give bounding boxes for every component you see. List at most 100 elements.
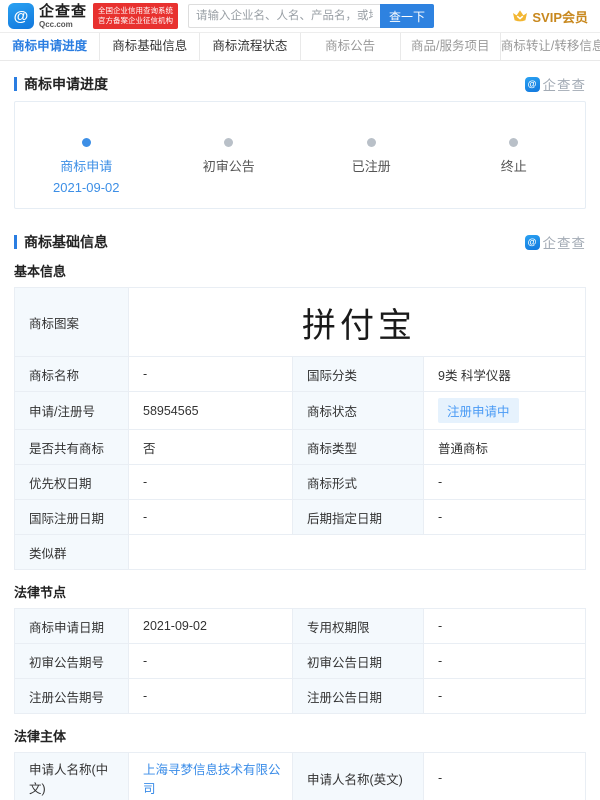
gov-badge-line1: 全国企业信用查询系统 — [98, 5, 174, 15]
legal-nodes-table: 商标申请日期 2021-09-02 专用权期限 - 初审公告期号 - 初审公告日… — [14, 608, 586, 714]
field-label: 注册公告期号 — [15, 679, 129, 713]
crown-icon — [513, 10, 528, 22]
gov-credential-badge: 全国企业信用查询系统 官方备案企业征信机构 — [93, 2, 179, 30]
tab-basic-info[interactable]: 商标基础信息 — [100, 33, 201, 60]
qcc-watermark-icon: @ — [524, 76, 540, 92]
field-value: 9类 科学仪器 — [438, 368, 511, 383]
field-value: 否 — [129, 430, 293, 464]
field-value: - — [438, 619, 443, 633]
search-button[interactable]: 查一下 — [380, 4, 435, 28]
tab-application-progress[interactable]: 商标申请进度 — [0, 33, 101, 60]
brand-name: 企查查 — [39, 2, 88, 20]
qcc-watermark-text: 企查查 — [542, 78, 586, 93]
tab-announcement[interactable]: 商标公告 — [301, 33, 401, 60]
qcc-watermark-text: 企查查 — [542, 236, 586, 251]
step-label: 商标申请 — [60, 159, 113, 174]
step-dot — [366, 138, 376, 147]
field-value: - — [129, 500, 293, 534]
field-value: 58954565 — [129, 392, 293, 429]
field-value: - — [438, 771, 443, 785]
gov-badge-line2: 官方备案企业征信机构 — [98, 16, 174, 25]
field-label: 商标状态 — [293, 392, 424, 429]
field-label: 是否共有商标 — [15, 430, 129, 464]
applicant-company-link[interactable]: 上海寻梦信息技术有限公司 — [143, 759, 282, 797]
field-label: 商标类型 — [293, 430, 424, 464]
table-row: 申请/注册号 58954565 商标状态 注册申请中 — [15, 392, 585, 430]
top-header: @ 企查查 Qcc.com 全国企业信用查询系统 官方备案企业征信机构 查一下 … — [0, 0, 600, 33]
field-label: 类似群 — [15, 535, 129, 569]
table-row: 商标申请日期 2021-09-02 专用权期限 - — [15, 609, 585, 644]
legal-entities-subtitle: 法律主体 — [14, 729, 67, 744]
step-terminated: 终止 — [443, 138, 586, 208]
field-label: 国际注册日期 — [15, 500, 129, 534]
table-row: 商标图案 拼付宝 — [15, 288, 585, 357]
table-row: 注册公告期号 - 注册公告日期 - — [15, 679, 585, 713]
progress-section-title: 商标申请进度 — [24, 76, 108, 92]
table-row: 初审公告期号 - 初审公告日期 - — [15, 644, 585, 679]
tab-goods-services[interactable]: 商品/服务项目 — [401, 33, 501, 60]
step-dot-active — [81, 138, 91, 147]
field-label: 国际分类 — [293, 357, 424, 391]
applicant-name-cell: 上海寻梦信息技术有限公司 — [129, 753, 293, 800]
legal-nodes-subtitle: 法律节点 — [14, 585, 67, 600]
field-label: 专用权期限 — [293, 609, 424, 643]
qcc-watermark: @ 企查查 — [524, 232, 587, 252]
table-row: 商标名称 - 国际分类 9类 科学仪器 — [15, 357, 585, 392]
field-value: - — [438, 510, 443, 524]
field-label: 商标形式 — [293, 465, 424, 499]
legal-entities-table: 申请人名称(中文) 上海寻梦信息技术有限公司 申请人名称(英文) - 申请人地址… — [14, 752, 586, 800]
basic-section-title: 商标基础信息 — [24, 234, 108, 250]
progress-section-header: 商标申请进度 @ 企查查 — [14, 75, 586, 93]
field-label: 商标图案 — [15, 288, 129, 356]
field-value: - — [438, 475, 443, 489]
step-preliminary-announcement: 初审公告 — [158, 138, 301, 208]
step-application: 商标申请 2021-09-02 — [15, 138, 158, 208]
field-value: - — [129, 357, 293, 391]
basic-info-table: 商标图案 拼付宝 商标名称 - 国际分类 9类 科学仪器 申请/注册号 5895… — [14, 287, 586, 570]
field-label: 初审公告期号 — [15, 644, 129, 678]
field-label: 优先权日期 — [15, 465, 129, 499]
field-value: 2021-09-02 — [129, 609, 293, 643]
qcc-logo-icon: @ — [8, 3, 34, 29]
field-label: 商标名称 — [15, 357, 129, 391]
field-value: - — [129, 465, 293, 499]
step-label: 已注册 — [351, 159, 391, 174]
search-bar: 查一下 — [188, 4, 435, 28]
svip-label: SVIP会员 — [532, 9, 588, 25]
table-row: 类似群 — [15, 535, 585, 569]
search-input[interactable] — [188, 4, 381, 28]
table-row: 申请人名称(中文) 上海寻梦信息技术有限公司 申请人名称(英文) - — [15, 753, 585, 800]
qcc-logo[interactable]: @ 企查查 Qcc.com — [8, 3, 87, 29]
step-dot — [509, 138, 519, 147]
field-label: 注册公告日期 — [293, 679, 424, 713]
section-accent-bar — [14, 235, 17, 249]
tab-transfer-info[interactable]: 商标转让/转移信息 — [501, 33, 600, 60]
trademark-status-cell: 注册申请中 — [424, 392, 585, 429]
field-label: 后期指定日期 — [293, 500, 424, 534]
progress-stepper: 商标申请 2021-09-02 初审公告 已注册 终止 — [14, 101, 586, 209]
table-row: 是否共有商标 否 商标类型 普通商标 — [15, 430, 585, 465]
field-value: - — [129, 679, 293, 713]
basic-info-subtitle: 基本信息 — [14, 264, 67, 279]
field-value: - — [438, 689, 443, 703]
field-value: 普通商标 — [438, 441, 489, 456]
field-value — [129, 535, 585, 569]
step-label: 终止 — [500, 159, 527, 174]
step-registered: 已注册 — [300, 138, 443, 208]
step-dot — [224, 138, 234, 147]
field-value: - — [438, 654, 443, 668]
field-label: 申请人名称(英文) — [293, 753, 424, 800]
qcc-watermark: @ 企查查 — [524, 74, 587, 94]
trademark-image-text: 拼付宝 — [302, 305, 416, 346]
trademark-image-cell: 拼付宝 — [129, 288, 585, 356]
svip-membership-link[interactable]: SVIP会员 — [512, 7, 592, 26]
table-row: 国际注册日期 - 后期指定日期 - — [15, 500, 585, 535]
section-accent-bar — [14, 77, 17, 91]
trademark-tabbar: 商标申请进度 商标基础信息 商标流程状态 商标公告 商品/服务项目 商标转让/转… — [0, 33, 600, 61]
tab-process-status[interactable]: 商标流程状态 — [200, 33, 301, 60]
field-label: 商标申请日期 — [15, 609, 129, 643]
basic-section-header: 商标基础信息 @ 企查查 — [14, 233, 586, 251]
status-badge: 注册申请中 — [438, 398, 519, 423]
step-label: 初审公告 — [202, 159, 255, 174]
field-label: 申请/注册号 — [15, 392, 129, 429]
